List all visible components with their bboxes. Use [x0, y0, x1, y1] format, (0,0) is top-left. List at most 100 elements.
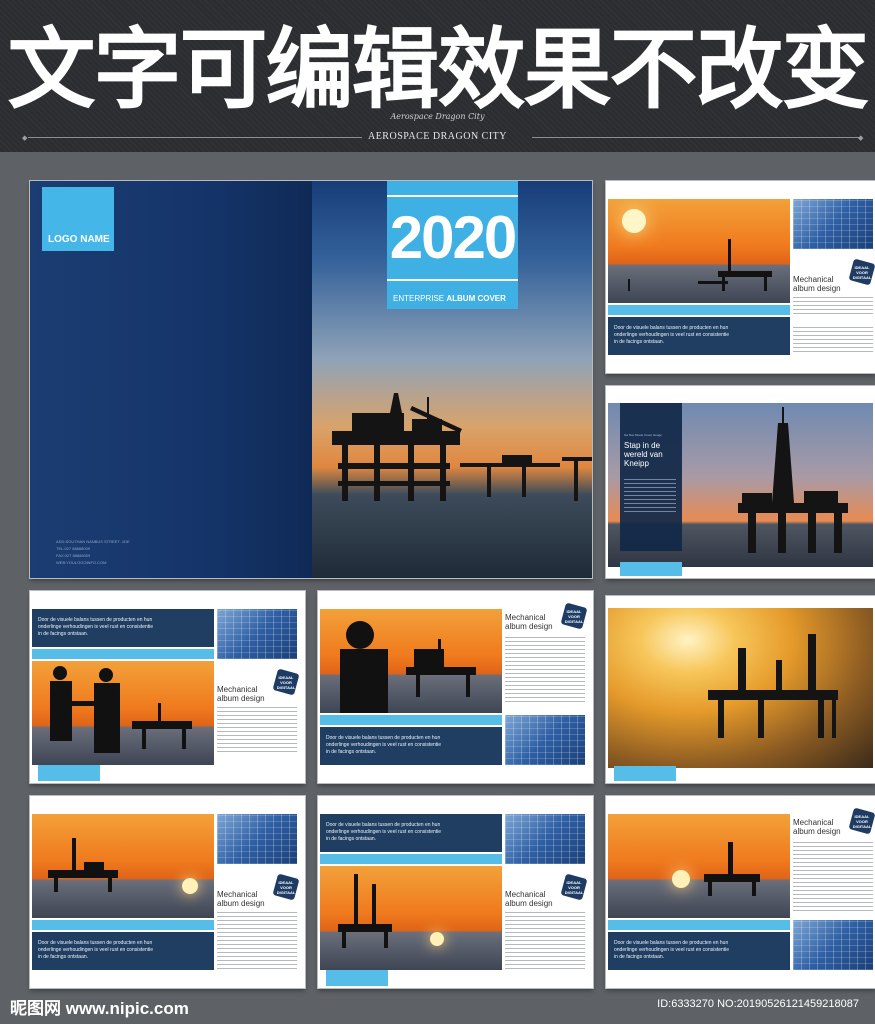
- body-text: Door de visuele balans tussen de product…: [326, 735, 442, 755]
- text-band: Door de visuele balans tussen de product…: [32, 609, 214, 647]
- spread-page: Door de visuele balans tussen de product…: [606, 181, 875, 373]
- contact-line: TEL:027 88888009: [56, 546, 91, 551]
- badge-text: IDEAAL VOOR DIGITAAL: [852, 813, 872, 829]
- stap-kicker: Ga Nou Mooie Cover Hooge: [624, 433, 662, 437]
- text-lines: [793, 327, 873, 355]
- rig-silhouette: [704, 842, 760, 896]
- rig-silhouette: [338, 874, 392, 948]
- contact-line: FAX:027 88888009: [56, 553, 91, 558]
- accent-band: [320, 715, 502, 725]
- solar-workers-photo: [793, 920, 873, 970]
- title-line1: Mechanical: [505, 613, 546, 622]
- solar-worker-photo: [793, 199, 873, 249]
- solar-workers-photo: [505, 715, 585, 765]
- title-line1: Mechanical: [505, 890, 546, 899]
- body-text: Door de visuele balans tussen de product…: [614, 940, 730, 960]
- sun-glow: [622, 209, 646, 233]
- body-text: Door de visuele balans tussen de product…: [614, 325, 730, 345]
- accent-band: [608, 305, 790, 315]
- subtitle-light: ENTERPRISE: [393, 294, 445, 303]
- badge-text: IDEAAL VOOR DIGITAAL: [852, 264, 872, 280]
- spread-page-stap: Ga Nou Mooie Cover Hooge Stap in de were…: [606, 386, 875, 578]
- sun-glow: [672, 870, 690, 888]
- badge: IDEAAL VOOR DIGITAAL: [848, 807, 875, 835]
- year-rule-bottom: [387, 279, 518, 281]
- spread-page: Door de visuele balans tussen de product…: [30, 796, 305, 988]
- worker-radio-photo: [320, 609, 502, 713]
- text-lines: [505, 637, 585, 705]
- year-block: 2020 ENTERPRISE ALBUM COVER: [387, 181, 518, 309]
- solar-worker-photo: [217, 609, 297, 659]
- title-line2: album design: [505, 622, 553, 631]
- sun-glow: [430, 932, 444, 946]
- title-line2: album design: [217, 899, 265, 908]
- accent-band: [38, 765, 100, 781]
- image-id: ID:6333270 NO:20190526121459218087: [657, 998, 859, 1010]
- year-rule-top: [387, 195, 518, 197]
- rig-sunset-photo: [608, 814, 790, 918]
- accent-band: [32, 920, 214, 930]
- title-line1: Mechanical: [793, 275, 834, 284]
- accent-band: [614, 766, 676, 781]
- contact-info: ADD:SOUTHAN NANBUS STREET .1DE TEL:027 8…: [56, 538, 130, 566]
- text-lines: [217, 707, 297, 755]
- spread-page-clouds: [606, 596, 875, 783]
- stap-text-lines: [624, 479, 676, 515]
- cloud-rig-photo: [608, 608, 873, 768]
- text-band: Door de visuele balans tussen de product…: [608, 317, 790, 355]
- badge: IDEAAL VOOR DIGITAAL: [848, 258, 875, 286]
- text-lines: [505, 912, 585, 972]
- text-lines: [793, 297, 873, 317]
- text-lines: [793, 842, 873, 914]
- rig-silhouette: [48, 838, 118, 892]
- page-title: Mechanical album design: [217, 890, 265, 908]
- page-title: Mechanical album design: [793, 818, 841, 836]
- badge: IDEAAL VOOR DIGITAAL: [272, 873, 300, 901]
- text-band: Door de visuele balans tussen de product…: [32, 932, 214, 970]
- title-line1: Mechanical: [217, 890, 258, 899]
- body-text: Door de visuele balans tussen de product…: [38, 617, 154, 637]
- sunset-rig-photo: [608, 199, 790, 303]
- spread-page: Door de visuele balans tussen de product…: [30, 591, 305, 783]
- text-band: Door de visuele balans tussen de product…: [320, 727, 502, 765]
- badge-text: IDEAAL VOOR DIGITAAL: [564, 879, 584, 895]
- title-line1: Mechanical: [793, 818, 834, 827]
- subtitle-bold: ALBUM COVER: [446, 294, 506, 303]
- badge-text: IDEAAL VOOR DIGITAAL: [564, 608, 584, 624]
- accent-band: [608, 920, 790, 930]
- spread-page: Door de visuele balans tussen de product…: [606, 796, 875, 988]
- cover-subtitle: ENTERPRISE ALBUM COVER: [393, 294, 506, 303]
- logo-name: LOGO NAME: [48, 234, 110, 245]
- solar-workers-photo: [505, 814, 585, 864]
- stap-panel: Ga Nou Mooie Cover Hooge Stap in de were…: [620, 403, 682, 551]
- rig-sunset-photo: [320, 866, 502, 970]
- worker-silhouette: [340, 621, 476, 713]
- text-lines: [217, 912, 297, 972]
- logo-block: LOGO NAME: [42, 187, 114, 251]
- headline: 文字可编辑效果不改变: [7, 18, 869, 121]
- cover-spread: LOGO NAME ADD:SOUTHAN NANBUS STREET .1DE…: [30, 181, 592, 578]
- page-title: Mechanical album design: [793, 275, 841, 293]
- title-line2: album design: [793, 284, 841, 293]
- year-text: 2020: [389, 204, 517, 271]
- site-brand[interactable]: 昵图网 www.nipic.com: [10, 994, 189, 1019]
- accent-band: [32, 649, 214, 659]
- text-band: Door de visuele balans tussen de product…: [320, 814, 502, 852]
- handshake-silhouette: [50, 666, 192, 753]
- accent-band: [326, 970, 388, 986]
- script-subtitle: Aerospace Dragon City: [390, 112, 485, 121]
- page-title: Mechanical album design: [505, 890, 553, 908]
- title-line2: album design: [217, 694, 265, 703]
- divider-dot-right: ◆: [858, 135, 864, 142]
- divider-right: [532, 137, 862, 138]
- badge: IDEAAL VOOR DIGITAAL: [272, 668, 300, 696]
- title-line2: album design: [505, 899, 553, 908]
- accent-band: [320, 854, 502, 864]
- header-banner: 文字可编辑效果不改变 Aerospace Dragon City ◆ AEROS…: [0, 0, 875, 152]
- solar-worker-photo: [217, 814, 297, 864]
- badge: IDEAAL VOOR DIGITAAL: [560, 873, 588, 901]
- badge: IDEAAL VOOR DIGITAAL: [560, 602, 588, 630]
- badge-text: IDEAAL VOOR DIGITAAL: [276, 674, 296, 690]
- contact-line: WEB:YOULOGOINFO.COM: [56, 560, 107, 565]
- title-line1: Mechanical: [217, 685, 258, 694]
